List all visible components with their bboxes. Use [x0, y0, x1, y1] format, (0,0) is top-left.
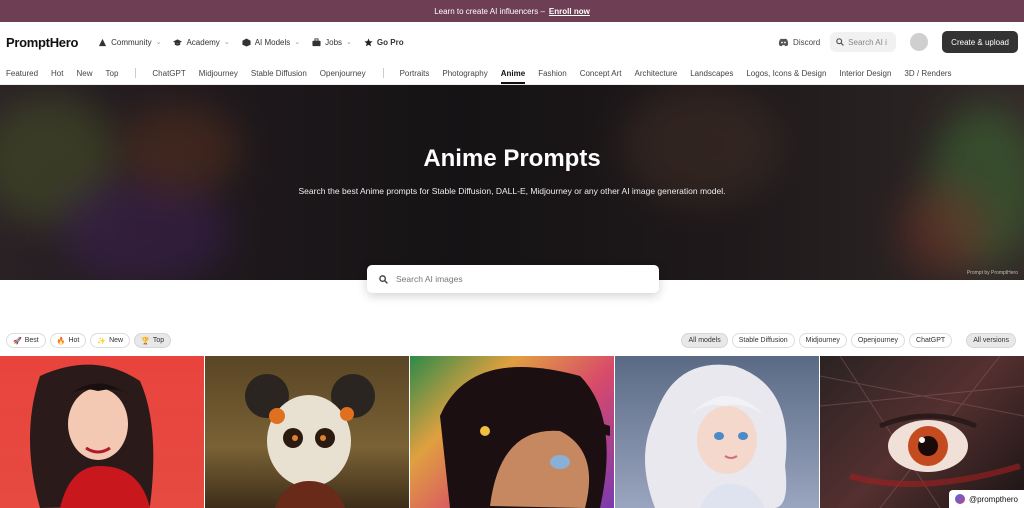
sort-top-button[interactable]: 🏆 Top — [134, 333, 172, 348]
category-architecture[interactable]: Architecture — [635, 62, 678, 84]
search-icon — [836, 38, 845, 46]
model-filters: All models Stable Diffusion Midjourney O… — [681, 333, 1020, 348]
rocket-icon: 🚀 — [13, 337, 22, 345]
model-openjourney-button[interactable]: Openjourney — [850, 333, 906, 348]
category-3d-renders[interactable]: 3D / Renders — [904, 62, 951, 84]
image-thumbnail — [440, 367, 610, 508]
hero-overlay — [0, 85, 1024, 280]
hero-banner: Anime Prompts Search the best Anime prom… — [0, 85, 1024, 280]
discord-link[interactable]: Discord — [778, 38, 820, 47]
category-midjourney[interactable]: Midjourney — [199, 62, 238, 84]
category-new[interactable]: New — [76, 62, 92, 84]
chevron-down-icon: ⌄ — [223, 39, 230, 46]
star-icon — [364, 37, 373, 46]
divider — [382, 68, 384, 78]
discord-label: Discord — [793, 37, 821, 47]
category-featured[interactable]: Featured — [6, 62, 38, 84]
sort-hot-button[interactable]: 🔥 Hot — [49, 333, 87, 348]
header-actions: Discord Search AI i Create & upload — [778, 31, 1018, 53]
nav-community-label: Community — [111, 37, 152, 47]
category-hot[interactable]: Hot — [51, 62, 63, 84]
main-nav: Community ⌄ Academy ⌄ AI Models ⌄ Jobs ⌄… — [98, 37, 404, 47]
category-top[interactable]: Top — [106, 62, 119, 84]
header-search-placeholder: Search AI i — [848, 37, 887, 47]
fire-icon: 🔥 — [56, 337, 66, 345]
search-input[interactable]: Search AI images — [367, 265, 659, 293]
top-navigation: PromptHero Community ⌄ Academy ⌄ AI Mode… — [0, 22, 1024, 62]
nav-go-pro[interactable]: Go Pro — [364, 38, 404, 47]
category-photography[interactable]: Photography — [442, 62, 487, 84]
image-grid: @prompthero — [0, 356, 1024, 508]
category-stable-diffusion[interactable]: Stable Diffusion — [251, 62, 307, 84]
nav-ai-models[interactable]: AI Models ⌄ — [242, 38, 300, 47]
filter-bar: 🚀 Best 🔥 Hot ✨ New 🏆 Top All models Stable D… — [6, 333, 1020, 348]
promo-banner: Learn to create AI influencers – Enroll … — [0, 0, 1024, 22]
sparkle-icon: ✨ — [97, 337, 107, 345]
category-interior-design[interactable]: Interior Design — [839, 62, 891, 84]
nav-jobs-label: Jobs — [325, 37, 343, 47]
chevron-down-icon: ⌄ — [155, 39, 162, 46]
author-handle: @prompthero — [968, 494, 1018, 504]
avatar[interactable] — [910, 33, 929, 51]
logo[interactable]: PromptHero — [6, 35, 78, 50]
model-chatgpt-button[interactable]: ChatGPT — [909, 333, 953, 348]
category-bar: Featured Hot New Top ChatGPT Midjourney … — [0, 62, 1024, 85]
category-anime[interactable]: Anime — [500, 62, 526, 84]
all-versions-button[interactable]: All versions — [966, 333, 1016, 348]
enroll-link[interactable]: Enroll now — [549, 7, 590, 16]
model-all-button[interactable]: All models — [681, 333, 728, 348]
category-concept-art[interactable]: Concept Art — [580, 62, 622, 84]
sort-hot-label: Hot — [68, 337, 80, 344]
community-icon — [99, 38, 107, 46]
sort-new-label: New — [109, 337, 124, 344]
image-card[interactable] — [204, 356, 409, 508]
image-thumbnail — [645, 364, 787, 508]
search-placeholder: Search AI images — [396, 274, 463, 284]
nav-community[interactable]: Community ⌄ — [98, 38, 161, 47]
nav-jobs[interactable]: Jobs ⌄ — [312, 38, 352, 47]
search-icon — [379, 274, 388, 284]
category-chatgpt[interactable]: ChatGPT — [152, 62, 185, 84]
category-fashion[interactable]: Fashion — [538, 62, 566, 84]
trophy-icon: 🏆 — [141, 337, 150, 345]
sort-best-label: Best — [24, 337, 39, 344]
page-subtitle: Search the best Anime prompts for Stable… — [298, 186, 726, 196]
image-thumbnail — [245, 374, 375, 508]
author-badge[interactable]: @prompthero — [948, 490, 1024, 508]
image-card[interactable] — [614, 356, 819, 508]
image-credit[interactable]: Prompt by PromptHero — [967, 270, 1018, 276]
model-midjourney-button[interactable]: Midjourney — [798, 333, 847, 348]
image-thumbnail — [30, 364, 154, 508]
image-card[interactable] — [409, 356, 614, 508]
banner-text: Learn to create AI influencers – — [434, 6, 545, 16]
nav-academy-label: Academy — [186, 37, 220, 47]
nav-ai-models-label: AI Models — [254, 37, 291, 47]
category-openjourney[interactable]: Openjourney — [320, 62, 366, 84]
category-portraits[interactable]: Portraits — [400, 62, 430, 84]
briefcase-icon — [312, 37, 321, 46]
category-logos-icons-design[interactable]: Logos, Icons & Design — [746, 62, 826, 84]
chevron-down-icon: ⌄ — [294, 39, 301, 46]
image-card[interactable]: @prompthero — [819, 356, 1024, 508]
sort-top-label: Top — [152, 337, 165, 344]
author-avatar — [954, 494, 965, 504]
page-title: Anime Prompts — [423, 145, 601, 172]
chevron-down-icon: ⌄ — [346, 39, 352, 46]
category-landscapes[interactable]: Landscapes — [690, 62, 733, 84]
nav-academy[interactable]: Academy ⌄ — [173, 37, 230, 47]
cube-icon — [242, 37, 251, 47]
sort-best-button[interactable]: 🚀 Best — [6, 333, 46, 348]
divider — [135, 68, 137, 78]
create-upload-button[interactable]: Create & upload — [942, 31, 1018, 53]
nav-go-pro-label: Go Pro — [376, 37, 404, 47]
image-thumbnail — [820, 356, 1024, 508]
discord-icon — [778, 38, 789, 46]
graduation-cap-icon — [173, 38, 183, 46]
header-search-input[interactable]: Search AI i — [830, 32, 897, 52]
model-stable-diffusion-button[interactable]: Stable Diffusion — [731, 333, 795, 348]
sort-new-button[interactable]: ✨ New — [90, 333, 131, 348]
image-card[interactable] — [0, 356, 204, 508]
